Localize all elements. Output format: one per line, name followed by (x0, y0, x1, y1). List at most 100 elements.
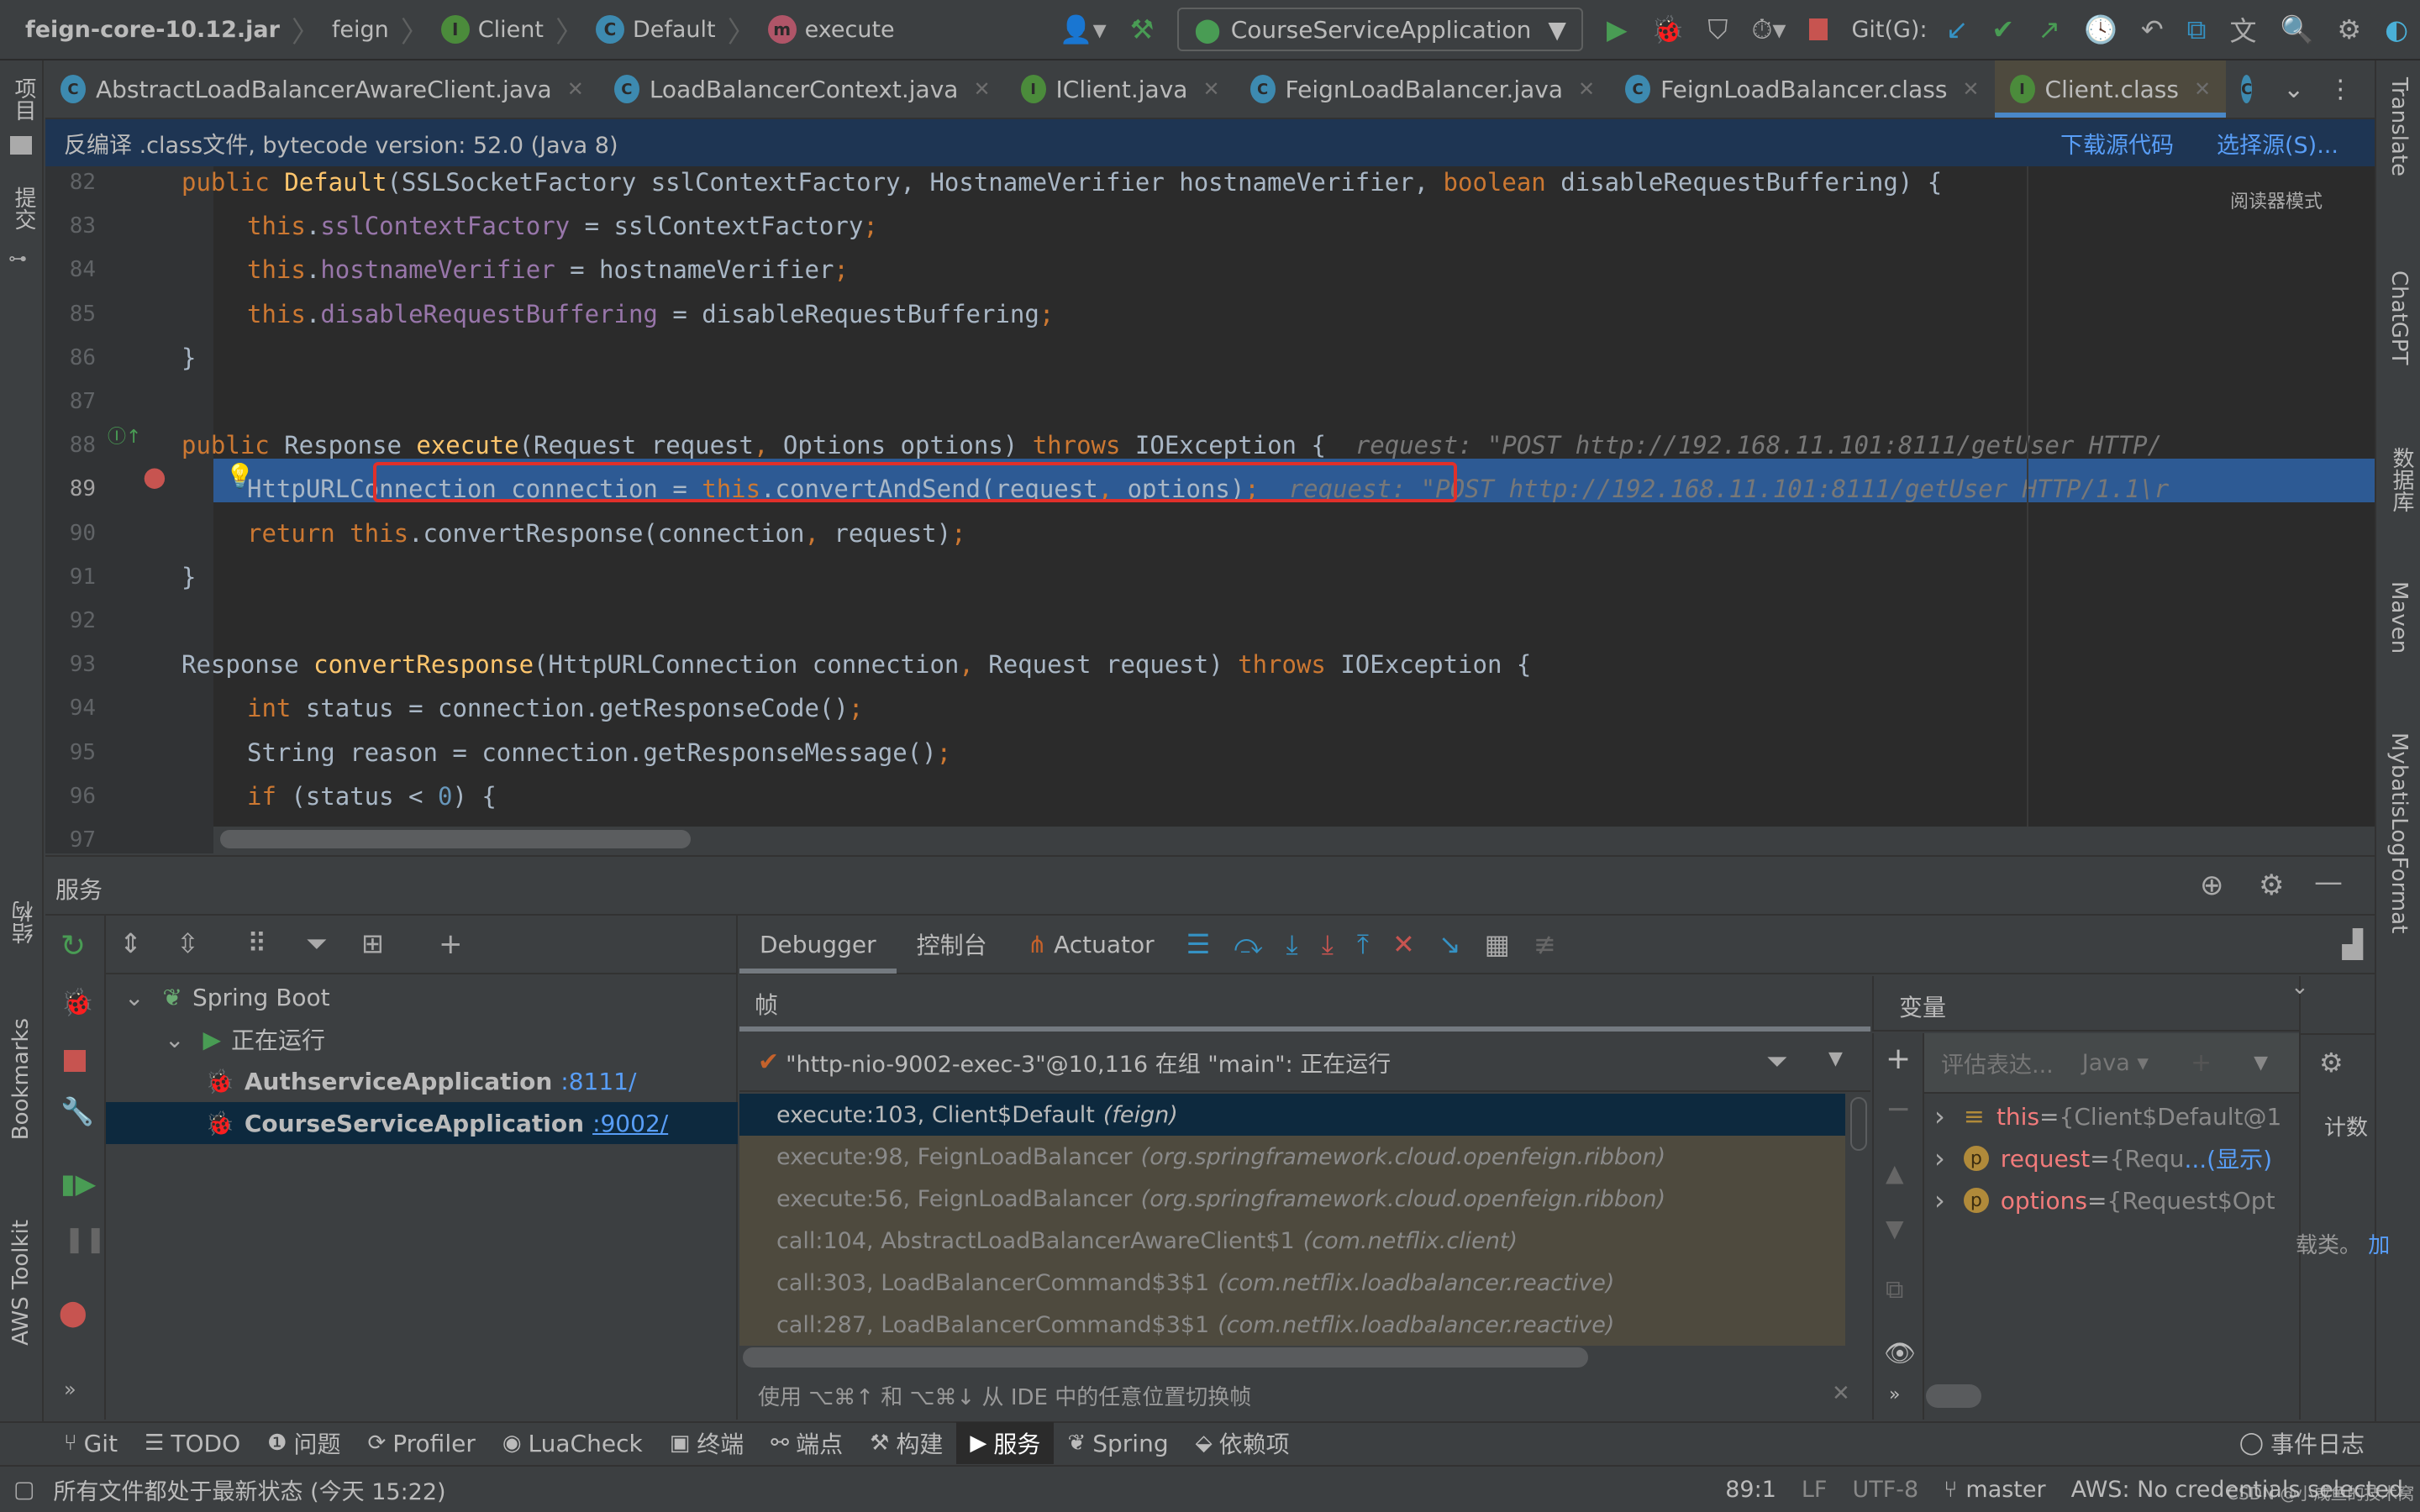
scrollbar-thumb[interactable] (1850, 1097, 1867, 1151)
stack-frame[interactable]: call:104, AbstractLoadBalancerAwareClien… (739, 1220, 1845, 1262)
evaluate-expression-input[interactable]: 评估表达... Java ▾ + ▼ (1924, 1033, 2299, 1094)
tool-window-profiler[interactable]: ⟳ Profiler (354, 1422, 488, 1464)
settings-icon[interactable]: ⚙ (2259, 869, 2284, 902)
tool-window-list[interactable]: ☰ TODO (131, 1422, 254, 1464)
collapse-all-icon[interactable]: ⇳ (176, 927, 199, 959)
filter-icon[interactable]: ⏷ (1766, 1045, 1788, 1078)
variable-row[interactable]: › p options = {Request$Opt (1924, 1179, 2275, 1221)
show-execution-point-icon[interactable]: ☰ (1186, 928, 1211, 960)
code-line[interactable]: if (status < 0) { (247, 782, 497, 811)
close-tab-icon[interactable]: ✕ (567, 77, 584, 101)
code-line[interactable]: Response convertResponse(HttpURLConnecti… (182, 650, 1531, 679)
event-log-button[interactable]: ◯ 事件日志 (2226, 1422, 2378, 1464)
tool-window-terminal[interactable]: ▣ 终端 (656, 1422, 758, 1464)
debug-icon[interactable]: 🐞 (1651, 13, 1685, 45)
code-editor[interactable]: 82 83 84 85 86 87 88 89 90 91 92 93 94 95 96 97 public … (45, 166, 2375, 853)
editor-tab[interactable]: C FeignLoadBalancer.class ✕ (1610, 60, 1994, 118)
scrollbar-thumb[interactable] (220, 830, 691, 848)
implements-marker-icon[interactable]: Ⓘ↑ (108, 422, 141, 449)
close-tab-icon[interactable]: ✕ (1962, 77, 1979, 101)
editor-tab[interactable]: C AbstractLoadBalancerAwareClient.java ✕ (45, 60, 599, 118)
tool-window-dependencies[interactable]: ⬙ 依赖项 (1182, 1422, 1303, 1464)
watch-eye-icon[interactable]: 👁 (1884, 1339, 1916, 1368)
add-to-watches-icon[interactable]: + (2191, 1048, 2212, 1078)
expand-all-icon[interactable]: ⇕ (119, 927, 142, 959)
expand-arrow-icon[interactable]: ⌄ (165, 1026, 184, 1053)
tab-actuator[interactable]: ⋔ Actuator (1007, 915, 1175, 974)
translate-tool-button[interactable]: Translate (2386, 77, 2412, 176)
view-breakpoints-icon[interactable]: ⬤ (59, 1299, 87, 1328)
stop-icon[interactable] (1809, 18, 1828, 40)
caret-position[interactable]: 89:1 (1725, 1477, 1776, 1503)
settings-icon[interactable]: ⚙ (2319, 1047, 2344, 1079)
aws-toolkit-tool-button[interactable]: AWS Toolkit (8, 1220, 34, 1346)
structure-tool-button[interactable]: 结构 (8, 900, 39, 944)
locate-icon[interactable]: ⊕ (2200, 869, 2224, 902)
thread-selector[interactable]: ✔ "http-nio-9002-exec-3"@10,116 在组 "main… (739, 1033, 1870, 1092)
run-icon[interactable]: ▶ (1607, 13, 1628, 45)
debug-rerun-icon[interactable]: 🐞 (60, 986, 94, 1018)
more-icon[interactable]: » (64, 1378, 76, 1401)
editor-tab[interactable]: C LoadBalancerContext.java ✕ (599, 60, 1006, 118)
stack-frame[interactable]: call:303, LoadBalancerCommand$3$1 (com.ne… (739, 1262, 1845, 1304)
breadcrumb-item[interactable]: 〉 I Client (389, 0, 544, 60)
add-service-icon[interactable]: + (439, 927, 463, 961)
variable-row[interactable]: › ≡ this = {Client$Default@1 (1924, 1095, 2281, 1137)
breadcrumb-item[interactable]: 〉 feign (280, 0, 389, 60)
port-link[interactable]: :8111/ (560, 1068, 636, 1095)
code-line[interactable]: this.sslContextFactory = sslContextFacto… (247, 212, 878, 240)
chatgpt-tool-button[interactable]: ChatGPT (2386, 270, 2412, 365)
user-icon[interactable]: 👤▾ (1060, 13, 1107, 45)
code-line[interactable]: this.hostnameVerifier = hostnameVerifier… (247, 255, 849, 284)
drop-frame-icon[interactable]: ✕ (1392, 928, 1415, 960)
code-line[interactable]: String reason = connection.getResponseMe… (247, 738, 951, 767)
tool-window-luacheck[interactable]: ◉ LuaCheck (489, 1422, 656, 1464)
build-hammer-icon[interactable]: ⚒ (1130, 13, 1155, 45)
remove-watch-icon[interactable]: − (1886, 1092, 1911, 1126)
resume-icon[interactable]: ▮▶ (60, 1168, 96, 1200)
download-source-link[interactable]: 下载源代码 (2060, 127, 2174, 160)
wrench-icon[interactable]: 🔧 (60, 1095, 94, 1127)
code-line[interactable]: } (182, 563, 196, 591)
close-tab-icon[interactable]: ✕ (1202, 77, 1219, 101)
show-value-link[interactable]: ...(显示) (2184, 1142, 2272, 1175)
stack-frame[interactable]: execute:103, Client$Default (feign) (739, 1094, 1845, 1136)
service-tree-item[interactable]: ⌄ ▶ 正在运行 (106, 1018, 738, 1060)
scrollbar-thumb[interactable] (743, 1347, 1588, 1368)
code-line[interactable]: this.disableRequestBuffering = disableRe… (247, 300, 1054, 328)
close-tab-icon[interactable]: ✕ (2194, 77, 2211, 101)
intention-bulb-icon[interactable]: 💡 (225, 462, 255, 490)
run-configuration-selector[interactable]: ⬤ CourseServiceApplication ▼ (1177, 8, 1583, 51)
coverage-icon[interactable]: ⛉ (1707, 13, 1728, 46)
tool-window-endpoints[interactable]: ⚯ 端点 (757, 1422, 856, 1464)
add-watch-icon[interactable]: + (1886, 1042, 1911, 1076)
file-encoding[interactable]: UTF-8 (1852, 1477, 1918, 1503)
search-icon[interactable]: 🔍 (2281, 13, 2314, 45)
git-update-icon[interactable]: ↙ (1946, 13, 1969, 45)
force-step-into-icon[interactable]: ⤓ (1322, 928, 1334, 961)
plugin-logo-icon[interactable]: ◐ (2385, 13, 2408, 45)
git-push-icon[interactable]: ↗ (2038, 13, 2060, 45)
expand-arrow-icon[interactable]: ⌄ (124, 984, 144, 1011)
editor-tab[interactable]: I Client.class ✕ (1994, 60, 2227, 118)
history-dropdown-icon[interactable]: ▼ (2254, 1053, 2268, 1074)
more-icon[interactable]: » (1889, 1384, 1900, 1405)
tool-window-build[interactable]: ⚒ 构建 (856, 1422, 956, 1464)
tab-debugger[interactable]: Debugger (739, 915, 897, 974)
stack-frame[interactable]: execute:56, FeignLoadBalancer (org.spring… (739, 1178, 1845, 1220)
group-by-icon[interactable]: ⠿ (247, 927, 266, 959)
close-tab-icon[interactable]: ✕ (973, 77, 990, 101)
frames-horizontal-scrollbar[interactable] (739, 1346, 1870, 1371)
tool-window-problems[interactable]: ❶ 问题 (254, 1422, 354, 1464)
step-into-icon[interactable]: ⤓ (1286, 928, 1298, 961)
breakpoint-icon[interactable]: ● (143, 460, 166, 492)
expand-arrow-icon[interactable]: › (1934, 1100, 1945, 1132)
maven-tool-button[interactable]: Maven (2386, 581, 2412, 654)
code-line[interactable]: return this.convertResponse(connection, … (247, 519, 966, 548)
code-line[interactable]: int status = connection.getResponseCode(… (247, 694, 863, 722)
project-tool-button[interactable]: 项目 (8, 77, 39, 121)
bookmarks-tool-button[interactable]: Bookmarks (8, 1018, 34, 1140)
git-commit-icon[interactable]: ✔ (1991, 13, 2014, 45)
translate-box-icon[interactable]: ⧉ (2187, 13, 2207, 46)
close-icon[interactable]: ✕ (1832, 1381, 1850, 1406)
